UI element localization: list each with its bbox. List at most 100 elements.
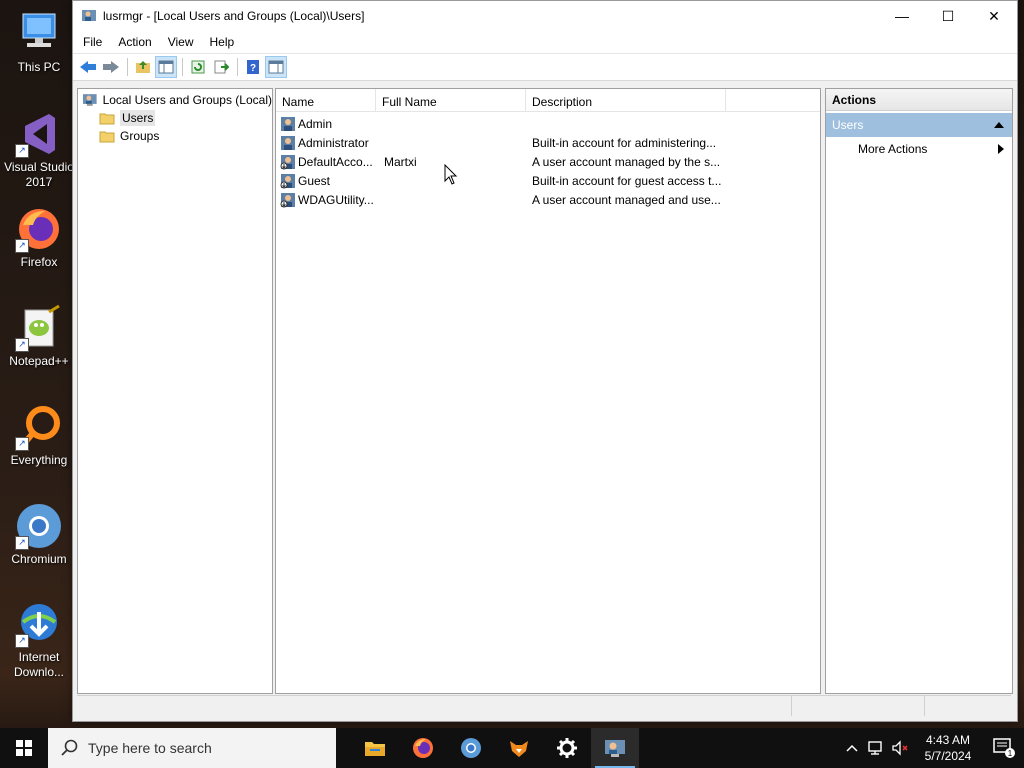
title-bar[interactable]: lusrmgr - [Local Users and Groups (Local… (73, 1, 1017, 31)
search-placeholder: Type here to search (88, 740, 212, 756)
taskbar-lusrmgr[interactable] (591, 728, 639, 768)
maximize-button[interactable]: ☐ (925, 1, 971, 31)
help-button[interactable]: ? (242, 56, 264, 78)
close-icon: ✕ (988, 7, 1000, 24)
taskbar-settings[interactable] (543, 728, 591, 768)
actions-pane: Actions Users More Actions (825, 88, 1013, 694)
disabled-user-icon (280, 154, 295, 169)
minimize-button[interactable]: — (879, 1, 925, 31)
refresh-button[interactable] (187, 56, 209, 78)
folder-icon (99, 131, 115, 143)
more-actions-label: More Actions (858, 142, 928, 156)
menu-file[interactable]: File (75, 35, 110, 49)
gear-icon (557, 738, 577, 758)
lusrmgr-app-icon (605, 740, 625, 757)
up-one-level-button[interactable] (132, 56, 154, 78)
user-name: WDAGUtility... (298, 192, 374, 207)
toolbar-separator (127, 58, 128, 76)
submenu-arrow-icon (998, 144, 1004, 154)
folder-up-icon (136, 61, 150, 73)
menu-action[interactable]: Action (110, 35, 159, 49)
desktop-icon-chromium[interactable]: ↗ Chromium (4, 502, 74, 567)
taskbar-file-explorer[interactable] (351, 728, 399, 768)
actions-group-users[interactable]: Users (826, 113, 1012, 137)
table-row[interactable]: Admin (276, 114, 820, 133)
desktop-icon-everything[interactable]: ↗ Everything (4, 403, 74, 468)
computer-icon (15, 10, 63, 58)
menu-view[interactable]: View (160, 35, 202, 49)
actions-group-label: Users (832, 118, 864, 132)
clock-time: 4:43 AM (925, 733, 971, 747)
user-description: A user account managed by the s... (532, 154, 721, 169)
show-hide-console-tree-button[interactable] (155, 56, 177, 78)
desktop-icon-label: Firefox (20, 255, 58, 269)
taskbar-search-box[interactable]: Type here to search (48, 728, 336, 768)
svg-text:?: ? (250, 63, 256, 74)
more-actions-item[interactable]: More Actions (826, 137, 1012, 161)
volume-muted-icon (892, 740, 908, 756)
export-list-button[interactable] (210, 56, 232, 78)
notification-center-button[interactable]: 1 (984, 737, 1024, 759)
tree-item-label: Groups (120, 129, 160, 143)
firefox-icon: ↗ (15, 205, 63, 253)
lusrmgr-app-icon (82, 10, 96, 21)
taskbar-firefox[interactable] (399, 728, 447, 768)
desktop-icon-firefox[interactable]: ↗ Firefox (4, 205, 74, 270)
visual-studio-icon: ↗ (15, 110, 63, 158)
show-hide-action-pane-button[interactable] (265, 56, 287, 78)
desktop-icon-internet-download-manager[interactable]: ↗ Internet Downlo... (4, 600, 74, 680)
status-segment (792, 696, 925, 716)
desktop-icon-label: This PC (17, 60, 61, 74)
desktop-icon-this-pc[interactable]: This PC (4, 10, 74, 75)
taskbar-chromium[interactable] (447, 728, 495, 768)
table-row[interactable]: Guest Built-in account for guest access … (276, 171, 820, 190)
back-button[interactable] (77, 56, 99, 78)
menu-bar: File Action View Help (73, 31, 1017, 54)
desktop-icon-label: Everything (10, 453, 68, 467)
shortcut-arrow-icon: ↗ (15, 239, 29, 253)
user-description: A user account managed and use... (532, 192, 721, 207)
desktop-icon-label: Notepad++ (9, 354, 69, 368)
volume-button[interactable] (888, 740, 912, 756)
action-pane-icon (268, 60, 284, 74)
desktop-icon-notepad-plus-plus[interactable]: ↗ Notepad++ (4, 304, 74, 369)
network-button[interactable] (864, 740, 888, 756)
tree-item-users[interactable]: Users (78, 109, 272, 127)
shortcut-arrow-icon: ↗ (15, 437, 29, 451)
users-list-pane: Name Full Name Description Admin Adminis… (275, 88, 821, 694)
chromium-icon: ↗ (15, 502, 63, 550)
tree-root-local-users-and-groups[interactable]: Local Users and Groups (Local) (78, 91, 272, 109)
close-button[interactable]: ✕ (971, 1, 1017, 31)
show-hidden-icons-button[interactable] (840, 744, 864, 752)
forward-button[interactable] (100, 56, 122, 78)
toolbar: ? (73, 54, 1017, 81)
toolbar-separator (182, 58, 183, 76)
tree-item-groups[interactable]: Groups (78, 127, 272, 145)
notepad-plus-plus-icon: ↗ (15, 304, 63, 352)
table-row[interactable]: WDAGUtility... A user account managed an… (276, 190, 820, 209)
disabled-user-icon (280, 173, 295, 188)
taskbar-fox-app[interactable] (495, 728, 543, 768)
folder-icon (99, 113, 115, 125)
status-segment (77, 696, 792, 716)
user-icon (281, 116, 295, 131)
fox-app-icon (510, 741, 528, 757)
back-arrow-icon (80, 61, 96, 73)
menu-help[interactable]: Help (202, 35, 243, 49)
shortcut-arrow-icon: ↗ (15, 634, 29, 648)
clock[interactable]: 4:43 AM 5/7/2024 (912, 732, 984, 764)
start-button[interactable] (0, 728, 48, 768)
table-row[interactable]: Administrator Built-in account for admin… (276, 133, 820, 152)
console-tree-icon (158, 60, 174, 74)
table-row[interactable]: DefaultAcco... Martxi A user account man… (276, 152, 820, 171)
column-header-name[interactable]: Name (276, 89, 376, 111)
lusrmgr-window: lusrmgr - [Local Users and Groups (Local… (72, 0, 1018, 722)
column-header-description[interactable]: Description (526, 89, 726, 111)
column-header-full-name[interactable]: Full Name (376, 89, 526, 111)
mouse-cursor-icon (444, 164, 458, 185)
user-name: Guest (298, 173, 331, 188)
desktop-icon-visual-studio[interactable]: ↗ Visual Studio 2017 (4, 110, 74, 190)
desktop-icon-label: Chromium (11, 552, 67, 566)
clock-date: 5/7/2024 (924, 749, 972, 763)
notification-count: 1 (1008, 749, 1013, 758)
